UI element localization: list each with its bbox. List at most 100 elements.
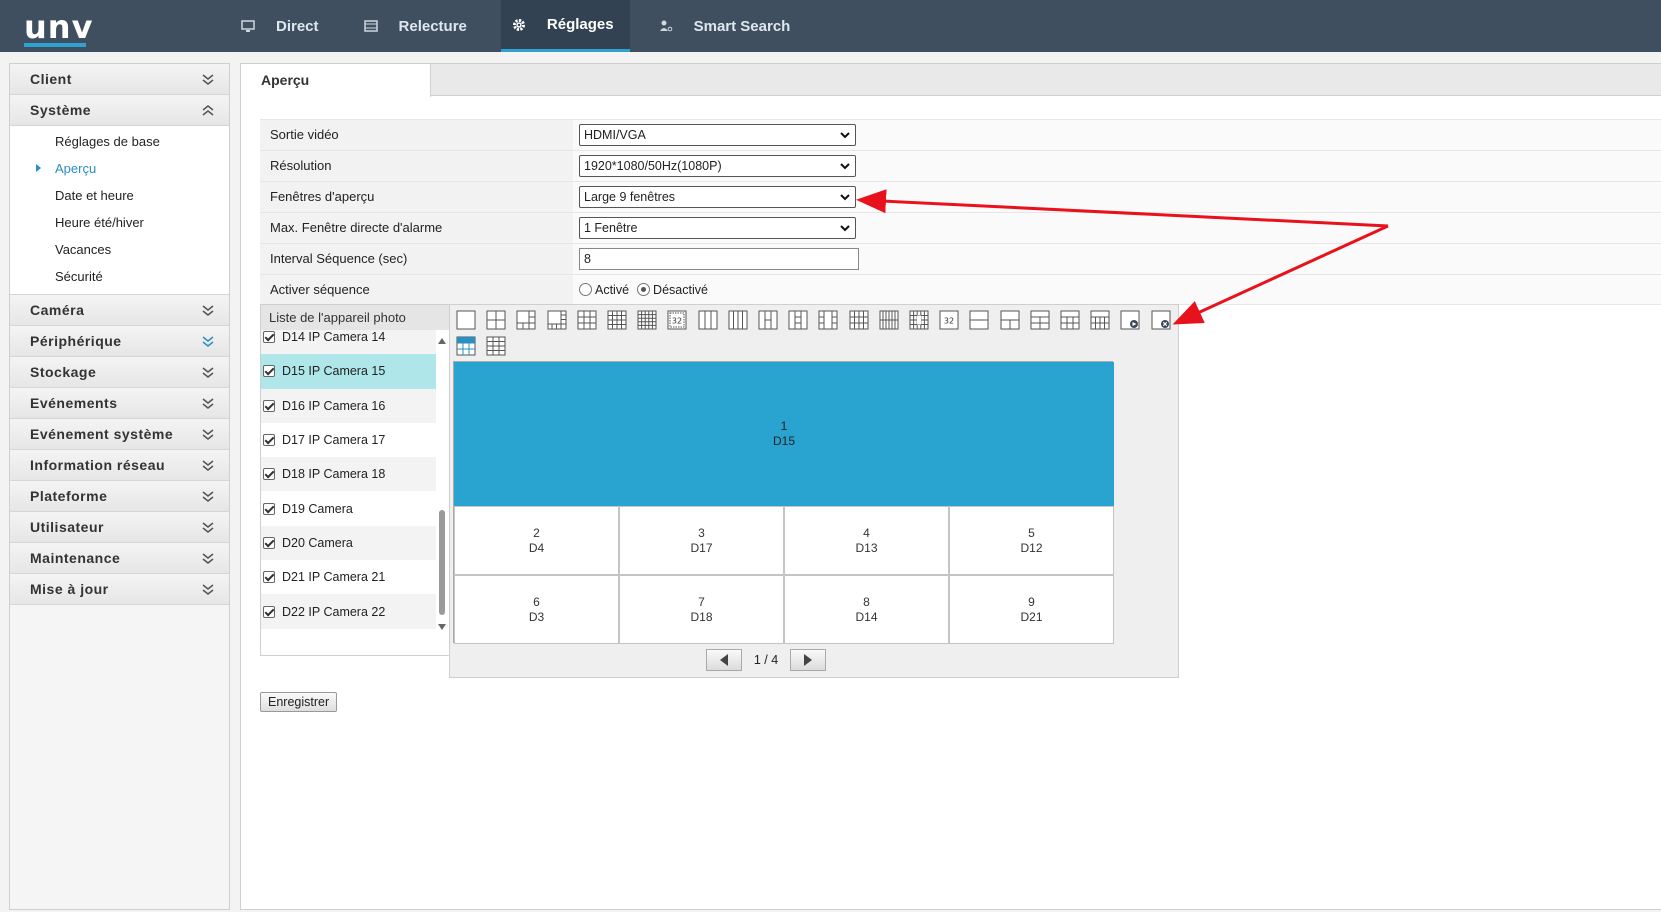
checkbox[interactable] xyxy=(263,502,275,515)
nav-direct[interactable]: Direct xyxy=(230,0,335,52)
preview-window[interactable]: 2 D4 xyxy=(454,506,619,575)
camera-list-item[interactable]: D14 IP Camera 14 xyxy=(261,330,436,355)
camera-name: D19 Camera xyxy=(282,501,353,516)
checkbox[interactable] xyxy=(263,399,275,412)
layout-col-dense-icon[interactable] xyxy=(818,310,838,330)
scroll-thumb[interactable] xyxy=(439,510,445,615)
layout-32-alt-icon[interactable]: 32 xyxy=(939,310,959,330)
preview-window[interactable]: 7 D18 xyxy=(619,575,784,644)
sidebar-utilisateur[interactable]: Utilisateur xyxy=(10,512,229,543)
sidebar-client[interactable]: Client xyxy=(10,64,229,95)
layout-16-icon[interactable] xyxy=(607,310,627,330)
delete-layout-icon[interactable] xyxy=(1151,310,1171,330)
sidebar-peripherique[interactable]: Périphérique xyxy=(10,326,229,357)
interval-sequence-input[interactable]: 8 xyxy=(579,248,859,270)
sidebar-systeme[interactable]: Système xyxy=(10,95,229,126)
camera-list-scrollbar[interactable] xyxy=(436,332,448,632)
layout-col-grid3-icon[interactable] xyxy=(879,310,899,330)
layout-large9-icon[interactable] xyxy=(1090,310,1110,330)
layout-32-icon[interactable]: 32 xyxy=(667,310,687,330)
nav-smart-search[interactable]: Smart Search xyxy=(648,0,807,52)
sidebar-evenements[interactable]: Evénements xyxy=(10,388,229,419)
layout-col-grid-icon[interactable] xyxy=(788,310,808,330)
sidebar-evenement-systeme[interactable]: Evénement système xyxy=(10,419,229,450)
layout-4col-icon[interactable] xyxy=(728,310,748,330)
camera-list-item[interactable]: D19 Camera xyxy=(261,491,436,525)
radio-desactive[interactable]: Désactivé xyxy=(637,283,708,297)
label-activer-sequence: Activer séquence xyxy=(260,275,573,304)
checkbox[interactable] xyxy=(263,365,275,378)
resolution-select[interactable]: 1920*1080/50Hz(1080P) xyxy=(579,155,856,177)
scroll-down-icon[interactable] xyxy=(438,624,446,630)
checkbox[interactable] xyxy=(263,434,275,447)
layout-2row-icon[interactable] xyxy=(969,310,989,330)
next-page-button[interactable] xyxy=(790,649,826,671)
sidebar-item-apercu[interactable]: Aperçu xyxy=(10,155,229,182)
layout-9-icon[interactable] xyxy=(577,310,597,330)
checkbox[interactable] xyxy=(263,536,275,549)
preview-window[interactable]: 4 D13 xyxy=(784,506,949,575)
camera-list: Liste de l'appareil photo D14 IP Camera … xyxy=(260,304,451,656)
layout-col-split-icon[interactable] xyxy=(758,310,778,330)
layout-2row-split-icon[interactable] xyxy=(1000,310,1020,330)
checkbox[interactable] xyxy=(263,468,275,481)
custom-layout-b-icon[interactable] xyxy=(486,336,506,356)
camera-list-item[interactable]: D20 Camera xyxy=(261,525,436,561)
fenetres-apercu-select[interactable]: Large 9 fenêtres xyxy=(579,186,856,208)
layout-3row-split-icon[interactable] xyxy=(1030,310,1050,330)
sidebar-maintenance[interactable]: Maintenance xyxy=(10,543,229,574)
layout-3row-grid-icon[interactable] xyxy=(1060,310,1080,330)
layout-1-icon[interactable] xyxy=(456,310,476,330)
camera-list-item[interactable]: D18 IP Camera 18 xyxy=(261,457,436,492)
preview-window[interactable]: 6 D3 xyxy=(454,575,619,644)
nav-relecture[interactable]: Relecture xyxy=(353,0,483,52)
custom-layout-a-icon[interactable] xyxy=(456,336,476,356)
camera-list-item[interactable]: D21 IP Camera 21 xyxy=(261,560,436,594)
checkbox[interactable] xyxy=(263,605,275,618)
radio-desactive-label: Désactivé xyxy=(653,282,708,297)
scroll-up-icon[interactable] xyxy=(438,338,446,344)
camera-list-item[interactable]: D15 IP Camera 15 xyxy=(261,354,436,389)
prev-page-button[interactable] xyxy=(706,649,742,671)
sortie-video-select[interactable]: HDMI/VGA xyxy=(579,124,856,146)
radio-circle xyxy=(579,283,592,296)
layout-8-icon[interactable] xyxy=(547,310,567,330)
camera-name: D15 IP Camera 15 xyxy=(282,364,386,379)
nav-reglages[interactable]: Réglages xyxy=(500,0,630,52)
camera-list-item[interactable]: D16 IP Camera 16 xyxy=(261,388,436,423)
sidebar-mise-a-jour[interactable]: Mise à jour xyxy=(10,574,229,605)
sidebar-item-securite[interactable]: Sécurité xyxy=(10,263,229,290)
sidebar-information-reseau[interactable]: Information réseau xyxy=(10,450,229,481)
layout-4-icon[interactable] xyxy=(486,310,506,330)
settings-form: Sortie vidéo HDMI/VGA Résolution 1920*10… xyxy=(260,119,1661,305)
layout-3col-icon[interactable] xyxy=(698,310,718,330)
preview-window[interactable]: 5 D12 xyxy=(949,506,1114,575)
preview-window[interactable]: 3 D17 xyxy=(619,506,784,575)
save-button[interactable]: Enregistrer xyxy=(260,692,338,712)
camera-list-item[interactable]: D17 IP Camera 17 xyxy=(261,423,436,457)
sidebar-item-heure-ete-hiver[interactable]: Heure été/hiver xyxy=(10,209,229,236)
row-interval-sequence: Interval Séquence (sec) 8 xyxy=(260,243,1661,274)
max-fenetre-alarme-select[interactable]: 1 Fenêtre xyxy=(579,217,856,239)
camera-list-item[interactable]: D22 IP Camera 22 xyxy=(261,594,436,629)
layout-25-icon[interactable] xyxy=(637,310,657,330)
preview-window[interactable]: 1 D15 xyxy=(454,362,1114,506)
add-layout-icon[interactable] xyxy=(1120,310,1140,330)
sidebar-camera[interactable]: Caméra xyxy=(10,295,229,326)
preview-window[interactable]: 9 D21 xyxy=(949,575,1114,644)
pager: 1 / 4 xyxy=(706,649,826,671)
preview-window[interactable]: 8 D14 xyxy=(784,575,949,644)
sidebar-stockage[interactable]: Stockage xyxy=(10,357,229,388)
radio-active[interactable]: Activé xyxy=(579,283,629,297)
layout-6-icon[interactable] xyxy=(516,310,536,330)
sidebar-item-reglages-de-base[interactable]: Réglages de base xyxy=(10,128,229,155)
tab-apercu[interactable]: Aperçu xyxy=(241,64,431,97)
sidebar-item-date-et-heure[interactable]: Date et heure xyxy=(10,182,229,209)
layout-col-grid2-icon[interactable] xyxy=(849,310,869,330)
sidebar-plateforme[interactable]: Plateforme xyxy=(10,481,229,512)
sidebar-item-vacances[interactable]: Vacances xyxy=(10,236,229,263)
checkbox[interactable] xyxy=(263,571,275,584)
chevron-down-icon xyxy=(201,334,215,348)
checkbox[interactable] xyxy=(263,331,275,344)
layout-col-grid4-icon[interactable] xyxy=(909,310,929,330)
